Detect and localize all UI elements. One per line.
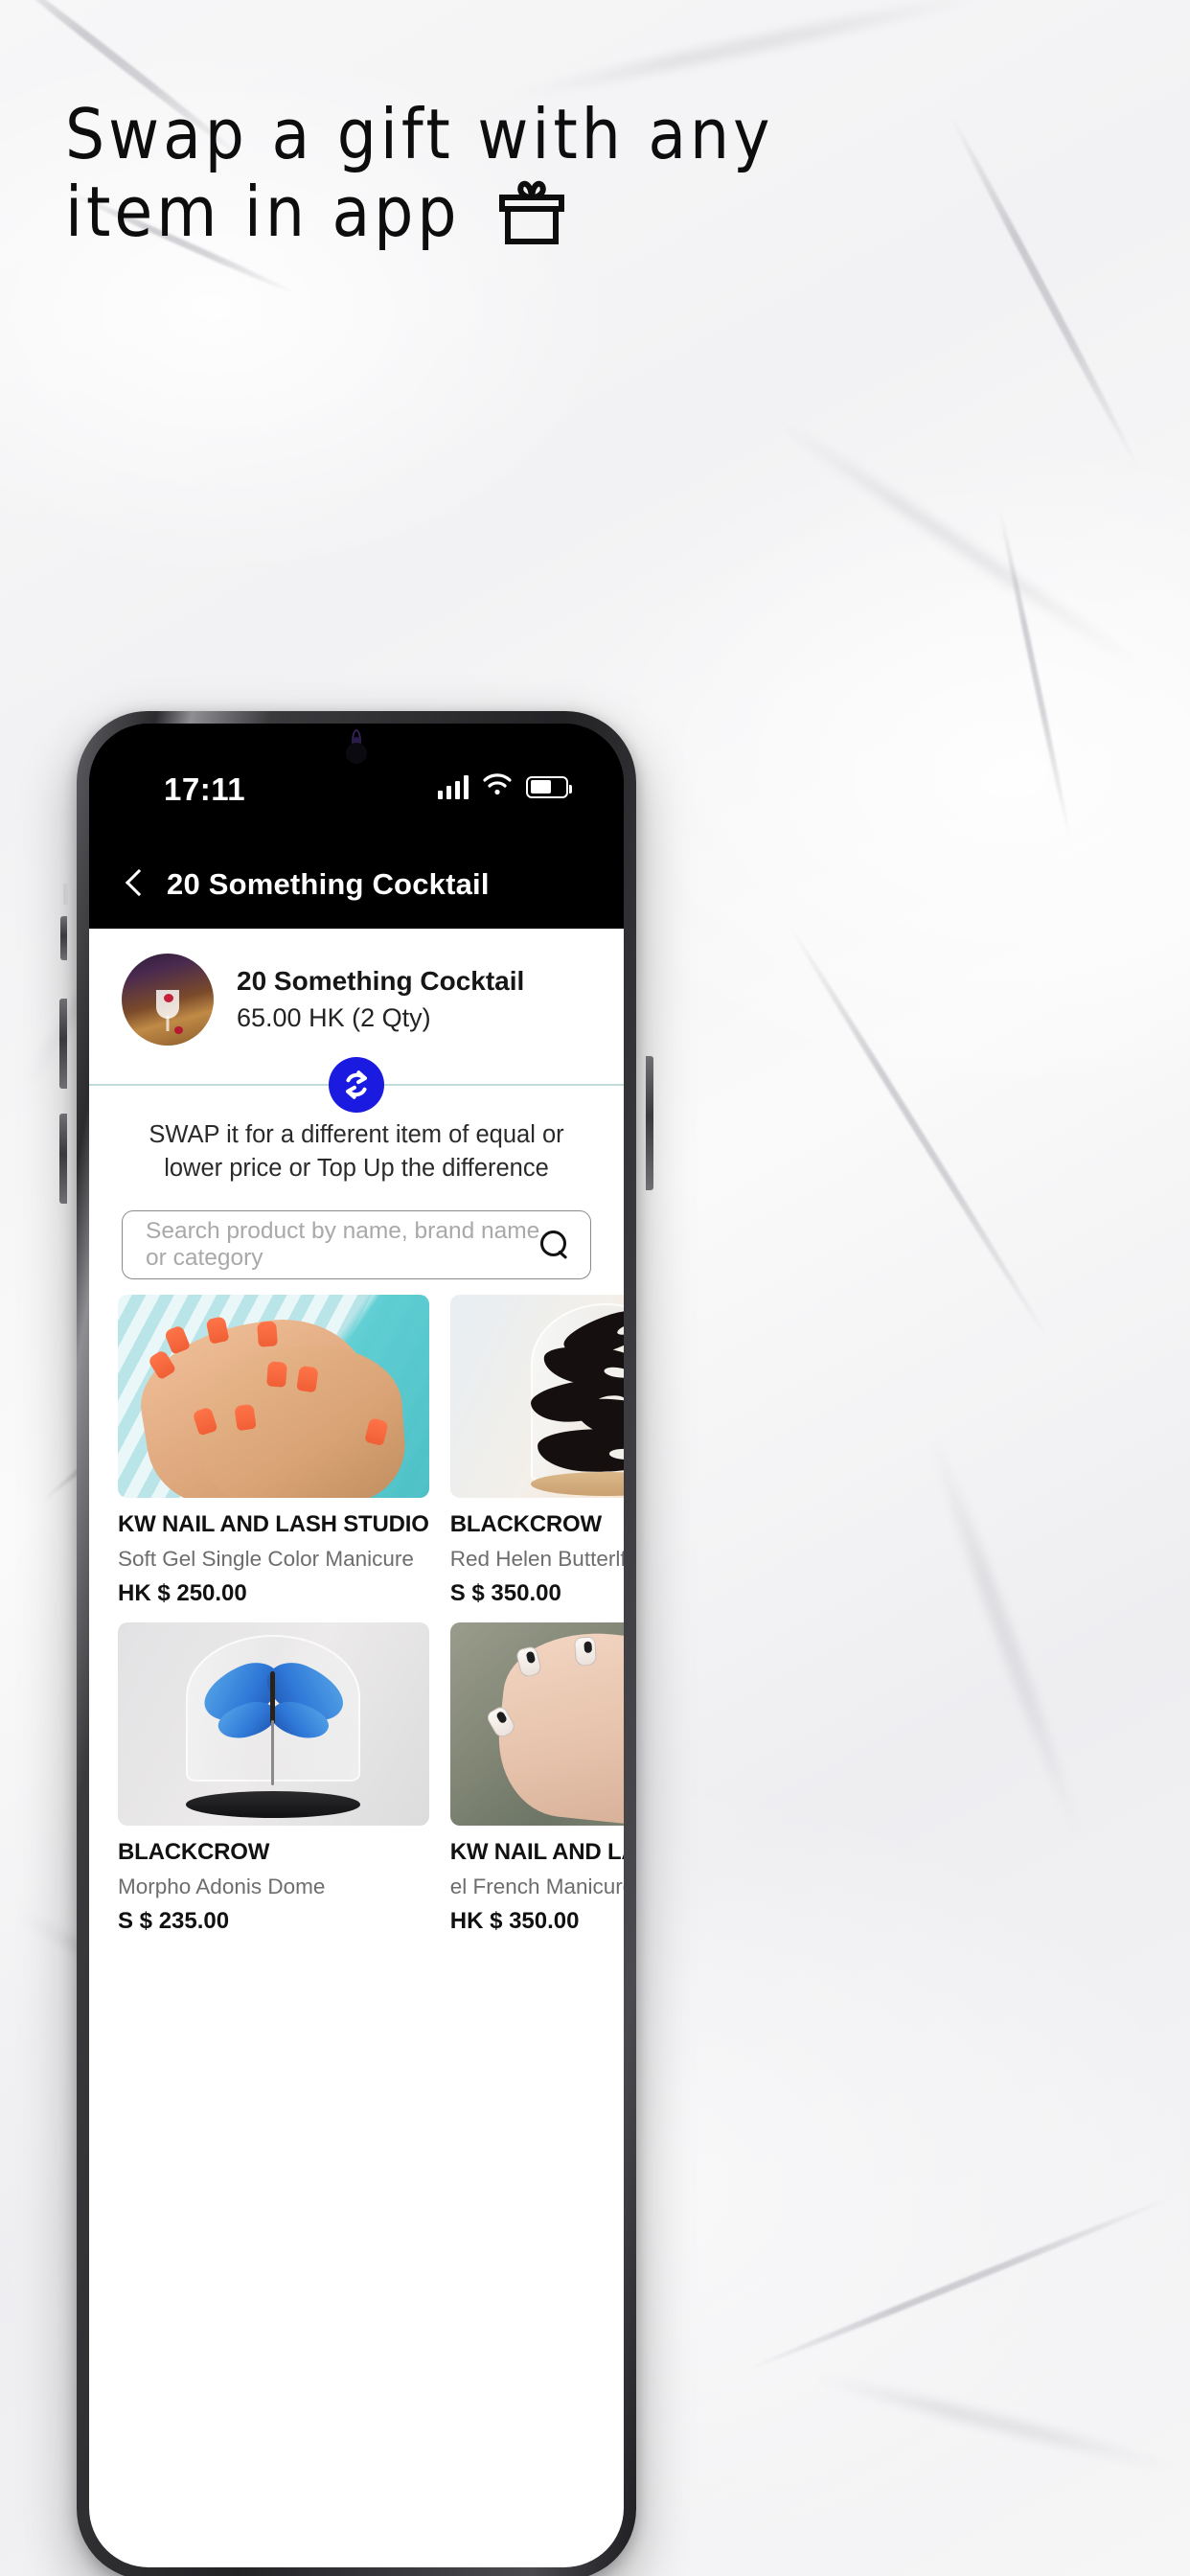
product-brand: BLACKCROW xyxy=(118,1839,270,1866)
phone-screen: 17:11 20 Something Cocktail 20 Something… xyxy=(89,724,624,2567)
back-chevron-icon[interactable] xyxy=(126,870,142,899)
wifi-icon xyxy=(483,773,512,800)
status-bar-time: 17:11 xyxy=(164,771,246,807)
phone-antenna-line xyxy=(63,884,68,905)
battery-icon xyxy=(526,775,573,798)
phone-power-button[interactable] xyxy=(646,1056,653,1190)
marble-vein xyxy=(809,2368,1184,2477)
app-content: 20 Something Cocktail 65.00 HK (2 Qty) S… xyxy=(89,929,624,2567)
marble-vein xyxy=(785,921,1055,1347)
promo-headline-line2: item in app xyxy=(65,171,461,252)
cocktail-thumbnail xyxy=(122,954,214,1046)
promo-headline-line2-wrap: item in app xyxy=(65,171,1119,261)
selected-item-row[interactable]: 20 Something Cocktail 65.00 HK (2 Qty) xyxy=(89,929,624,1063)
product-card[interactable]: KW NAIL AND LASH STUDIO Soft Gel Single … xyxy=(118,1295,429,1607)
product-name: el French Manicure Special xyxy=(449,1874,624,1899)
product-price: HK $ 250.00 xyxy=(118,1580,247,1607)
search-icon[interactable] xyxy=(540,1230,569,1259)
status-bar: 17:11 xyxy=(89,724,624,840)
product-price: S $ 350.00 xyxy=(449,1580,561,1607)
product-image xyxy=(449,1622,624,1827)
product-image xyxy=(449,1295,624,1499)
search-section: Search product by name, brand name or ca… xyxy=(89,1185,624,1295)
search-input[interactable]: Search product by name, brand name or ca… xyxy=(122,1210,591,1280)
phone-mockup: 17:11 20 Something Cocktail 20 Something… xyxy=(59,711,653,2576)
page-title: 20 Something Cocktail xyxy=(167,867,490,901)
promo-headline: Swap a gift with any item in app xyxy=(65,96,1119,260)
product-grid: KW NAIL AND LASH STUDIO Soft Gel Single … xyxy=(89,1295,624,1935)
product-name: Morpho Adonis Dome xyxy=(118,1874,326,1899)
promo-screenshot: Swap a gift with any item in app 17:11 2… xyxy=(0,0,1190,2576)
product-card[interactable]: BLACKCROW Red Helen Butterlfy Dome S $ 3… xyxy=(449,1295,624,1607)
phone-volume-up-button[interactable] xyxy=(59,999,67,1089)
marble-vein xyxy=(764,408,1153,678)
marble-vein xyxy=(922,1427,1090,1849)
product-card[interactable]: BLACKCROW Morpho Adonis Dome S $ 235.00 xyxy=(118,1622,429,1935)
product-name: Red Helen Butterlfy Dome xyxy=(449,1547,624,1572)
app-header: 20 Something Cocktail xyxy=(89,840,624,929)
product-card[interactable]: KW NAIL AND LASH STUDIO el French Manicu… xyxy=(449,1622,624,1935)
selected-item-name: 20 Something Cocktail xyxy=(237,966,525,996)
product-image xyxy=(118,1295,429,1499)
gift-icon xyxy=(497,178,566,261)
selected-item-meta: 20 Something Cocktail 65.00 HK (2 Qty) xyxy=(237,966,524,1033)
product-image xyxy=(118,1622,429,1827)
product-brand: KW NAIL AND LASH STUDIO xyxy=(449,1839,624,1866)
camera-notch xyxy=(346,743,367,764)
status-bar-indicators xyxy=(437,773,573,800)
marble-vein xyxy=(995,504,1074,843)
product-brand: BLACKCROW xyxy=(449,1511,602,1538)
product-price: HK $ 350.00 xyxy=(449,1908,580,1935)
phone-mute-switch[interactable] xyxy=(60,916,67,960)
cellular-signal-icon xyxy=(437,774,469,799)
search-placeholder: Search product by name, brand name or ca… xyxy=(146,1218,540,1272)
swap-arrows-icon xyxy=(329,1057,384,1113)
swap-divider-wrap xyxy=(89,1057,624,1113)
phone-volume-down-button[interactable] xyxy=(59,1114,67,1204)
marble-vein xyxy=(502,0,993,105)
marble-vein xyxy=(744,2195,1173,2374)
product-brand: KW NAIL AND LASH STUDIO xyxy=(118,1511,429,1538)
promo-headline-line1: Swap a gift with any xyxy=(65,94,774,174)
product-price: S $ 235.00 xyxy=(118,1908,230,1935)
selected-item-price: 65.00 HK (2 Qty) xyxy=(237,1003,431,1032)
product-name: Soft Gel Single Color Manicure xyxy=(118,1547,414,1572)
